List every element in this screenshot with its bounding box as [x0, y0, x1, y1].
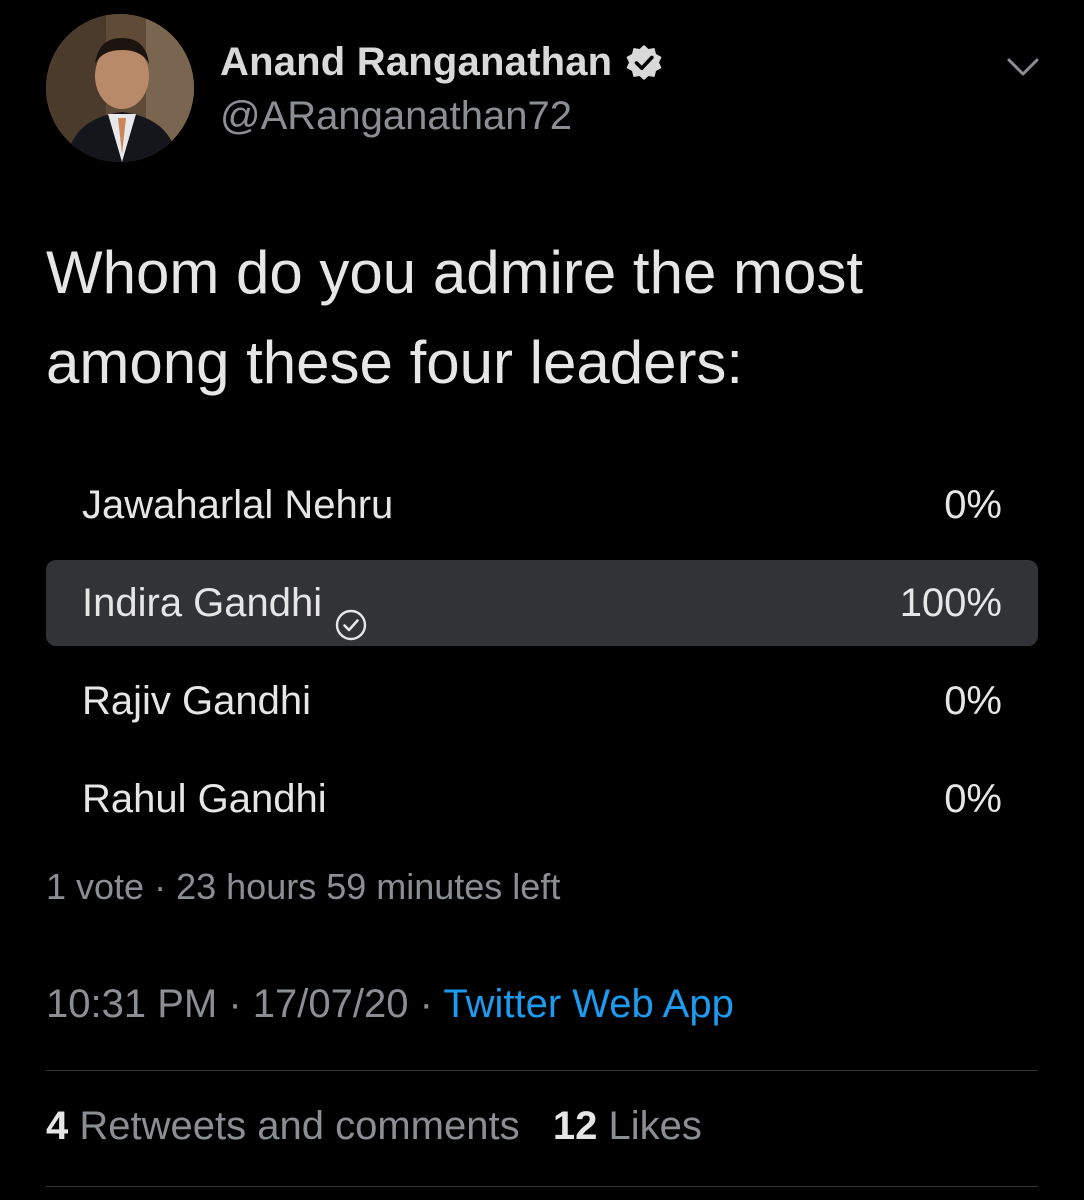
retweets-count: 4 — [46, 1104, 69, 1148]
poll-option: Rajiv Gandhi 0% — [46, 658, 1038, 744]
separator-dot: · — [154, 866, 167, 907]
tweet-header: Anand Ranganathan @ARanganathan72 — [46, 14, 1046, 164]
poll-option-label: Rahul Gandhi — [82, 777, 327, 821]
display-name[interactable]: Anand Ranganathan — [220, 40, 612, 85]
retweets-label: Retweets and comments — [79, 1104, 520, 1148]
poll-meta: 1 vote · 23 hours 59 minutes left — [46, 866, 560, 908]
avatar[interactable] — [46, 14, 194, 162]
tweet-source-link[interactable]: Twitter Web App — [443, 982, 734, 1026]
verified-badge-icon — [624, 43, 664, 83]
tweet-text-line: among these four leaders: — [46, 329, 744, 396]
tweet-text: Whom do you admire the most among these … — [46, 228, 1006, 408]
poll-option-percent: 0% — [944, 777, 1002, 821]
tweet-stats: 4 Retweets and comments 12 Likes — [46, 1104, 702, 1149]
tweet-time[interactable]: 10:31 PM — [46, 982, 217, 1026]
poll-option-label-row: Rajiv Gandhi — [82, 658, 311, 744]
likes-stat[interactable]: 12 Likes — [553, 1104, 702, 1148]
poll: Jawaharlal Nehru 0% Indira Gandhi 100% R… — [46, 462, 1038, 854]
likes-count: 12 — [552, 1104, 598, 1148]
poll-option-label-row: Rahul Gandhi — [82, 756, 327, 842]
poll-option: Rahul Gandhi 0% — [46, 756, 1038, 842]
divider — [46, 1186, 1038, 1187]
poll-option-label-row: Indira Gandhi — [82, 560, 368, 646]
poll-option-percent: 0% — [944, 483, 1002, 527]
poll-time-left: 23 hours 59 minutes left — [176, 866, 561, 907]
poll-option-label-row: Jawaharlal Nehru — [82, 462, 393, 548]
author-name-row[interactable]: Anand Ranganathan — [220, 40, 664, 85]
divider — [46, 1070, 1038, 1071]
poll-option-percent: 100% — [899, 581, 1002, 625]
poll-option-label: Rajiv Gandhi — [82, 679, 312, 723]
check-circle-icon — [334, 586, 368, 641]
poll-option-label: Jawaharlal Nehru — [82, 483, 394, 527]
tweet-text-line: Whom do you admire the most — [46, 239, 864, 306]
retweets-stat[interactable]: 4 Retweets and comments — [46, 1104, 520, 1148]
tweet-date[interactable]: 17/07/20 — [253, 982, 409, 1026]
likes-label: Likes — [608, 1104, 702, 1148]
poll-option: Jawaharlal Nehru 0% — [46, 462, 1038, 548]
chevron-down-icon[interactable] — [1001, 50, 1045, 82]
separator-dot: · — [419, 982, 433, 1026]
poll-option: Indira Gandhi 100% — [46, 560, 1038, 646]
poll-option-label: Indira Gandhi — [82, 581, 323, 625]
author-handle[interactable]: @ARanganathan72 — [220, 94, 572, 139]
poll-option-percent: 0% — [944, 679, 1002, 723]
tweet-meta: 10:31 PM · 17/07/20 · Twitter Web App — [46, 982, 734, 1027]
poll-vote-count: 1 vote — [46, 866, 145, 907]
separator-dot: · — [228, 982, 242, 1026]
